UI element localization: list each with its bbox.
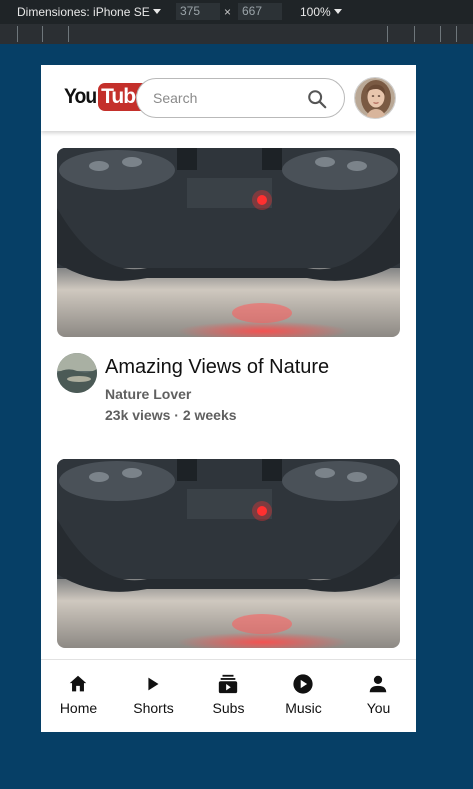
video-stats: 23k views · 2 weeks — [105, 407, 237, 423]
ruler-tick — [42, 26, 43, 42]
nav-shorts[interactable]: Shorts — [116, 660, 191, 732]
nav-shorts-label: Shorts — [133, 700, 174, 716]
gamepad-thumbnail-image — [57, 459, 400, 648]
ruler-tick — [68, 26, 69, 42]
video-thumbnail[interactable] — [57, 148, 400, 337]
play-circle-icon — [293, 674, 313, 694]
nav-you-label: You — [366, 700, 391, 716]
ruler-tick — [17, 26, 18, 42]
person-icon — [369, 675, 387, 693]
logo-you-text: You — [64, 85, 97, 108]
chevron-down-icon — [152, 9, 161, 14]
ruler-tick — [414, 26, 415, 42]
gamepad-thumbnail-image — [57, 148, 400, 337]
app-header: You Tube — [41, 65, 416, 131]
video-thumbnail[interactable] — [57, 459, 400, 648]
media-query-ruler — [0, 24, 473, 44]
height-input[interactable]: 667 — [238, 3, 282, 20]
chevron-down-icon — [333, 9, 342, 14]
nav-home-label: Home — [59, 700, 98, 716]
video-feed: Amazing Views of Nature Nature Lover 23k… — [41, 131, 416, 659]
device-selector[interactable]: Dimensiones: iPhone SE — [17, 5, 161, 19]
search-bar[interactable] — [136, 78, 345, 118]
search-icon[interactable] — [306, 88, 328, 110]
home-icon — [69, 675, 87, 692]
nav-music-label: Music — [285, 700, 322, 716]
subscriptions-icon — [218, 674, 238, 694]
ruler-tick — [440, 26, 441, 42]
ruler-tick — [456, 26, 457, 42]
ruler-tick — [387, 26, 388, 42]
play-icon — [148, 677, 159, 691]
search-input[interactable] — [153, 88, 303, 108]
video-title[interactable]: Amazing Views of Nature — [105, 356, 329, 379]
width-input[interactable]: 375 — [176, 3, 220, 20]
mobile-viewport: You Tube Search Amazing Views of Nature … — [41, 65, 416, 732]
zoom-selector[interactable]: 100% — [300, 5, 342, 19]
nav-home[interactable]: Home — [41, 660, 116, 732]
zoom-label: 100% — [300, 5, 331, 19]
devtools-toolbar: Dimensiones: iPhone SE 375 × 667 100% — [0, 0, 473, 24]
nav-subs[interactable]: Subs — [191, 660, 266, 732]
nav-subs-label: Subs — [212, 700, 245, 716]
channel-name[interactable]: Nature Lover — [105, 386, 191, 402]
video-meta: Amazing Views of Nature Nature Lover 23k… — [57, 353, 400, 423]
dimension-separator: × — [224, 5, 232, 19]
channel-avatar-image — [57, 353, 97, 393]
channel-avatar[interactable] — [57, 353, 97, 393]
nav-music[interactable]: Music — [266, 660, 341, 732]
user-avatar[interactable] — [354, 77, 396, 119]
nav-you[interactable]: You — [341, 660, 416, 732]
user-avatar-image — [355, 78, 395, 118]
device-label: Dimensiones: iPhone SE — [17, 5, 150, 19]
bottom-navigation: Home Shorts Subs Music You — [41, 659, 416, 732]
